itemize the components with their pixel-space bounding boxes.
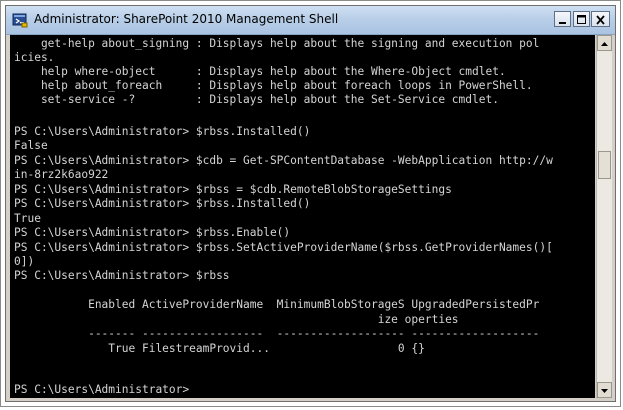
scrollbar-thumb[interactable] <box>598 151 611 179</box>
console-line: set-service -? : Displays help about the… <box>14 93 499 106</box>
arrow-up-icon <box>601 42 608 46</box>
console-line: ize operties <box>14 313 459 326</box>
console-line: Enabled ActiveProviderName MinimumBlobSt… <box>14 298 540 311</box>
minimize-button[interactable] <box>554 11 571 27</box>
console-line: PS C:\Users\Administrator> $rbss.SetActi… <box>14 241 553 254</box>
console-line: ------- ------------------ -------------… <box>14 327 540 340</box>
maximize-icon <box>577 15 586 24</box>
console-line: get-help about_signing : Displays help a… <box>14 37 540 50</box>
console-line: icies. <box>14 51 55 64</box>
powershell-icon <box>12 12 28 28</box>
arrow-down-icon <box>601 389 608 393</box>
console-line: help about_foreach : Displays help about… <box>14 79 533 92</box>
scroll-down-button[interactable] <box>597 382 612 398</box>
close-icon <box>596 15 605 25</box>
console-line: PS C:\Users\Administrator> $rbss = $cdb.… <box>14 183 452 196</box>
console-line: False <box>14 139 48 152</box>
console-line: True FilestreamProvid... 0 {} <box>14 342 425 355</box>
console-line: PS C:\Users\Administrator> $rbss.Install… <box>14 197 311 210</box>
minimize-icon <box>559 22 566 24</box>
console-line: help where-object : Displays help about … <box>14 65 506 78</box>
title-bar[interactable]: Administrator: SharePoint 2010 Managemen… <box>6 6 615 35</box>
console-line: 0]) <box>14 255 35 268</box>
vertical-scrollbar[interactable] <box>596 35 612 398</box>
console-line: PS C:\Users\Administrator> $cdb = Get-SP… <box>14 154 553 167</box>
console-line: PS C:\Users\Administrator> <box>14 383 190 396</box>
console-line: PS C:\Users\Administrator> $rbss.Install… <box>14 125 311 138</box>
window-title: Administrator: SharePoint 2010 Managemen… <box>34 12 339 26</box>
console-line: in-8rz2k6ao922 <box>14 168 109 181</box>
shell-window: Administrator: SharePoint 2010 Managemen… <box>5 5 616 402</box>
scroll-up-button[interactable] <box>597 35 612 51</box>
maximize-button[interactable] <box>573 11 590 27</box>
close-button[interactable] <box>591 11 610 27</box>
screenshot-frame: Administrator: SharePoint 2010 Managemen… <box>0 0 621 407</box>
console-line: PS C:\Users\Administrator> $rbss <box>14 269 230 282</box>
console-line: True <box>14 212 41 225</box>
console-output[interactable]: get-help about_signing : Displays help a… <box>10 35 595 398</box>
console-line: PS C:\Users\Administrator> $rbss.Enable(… <box>14 226 291 239</box>
